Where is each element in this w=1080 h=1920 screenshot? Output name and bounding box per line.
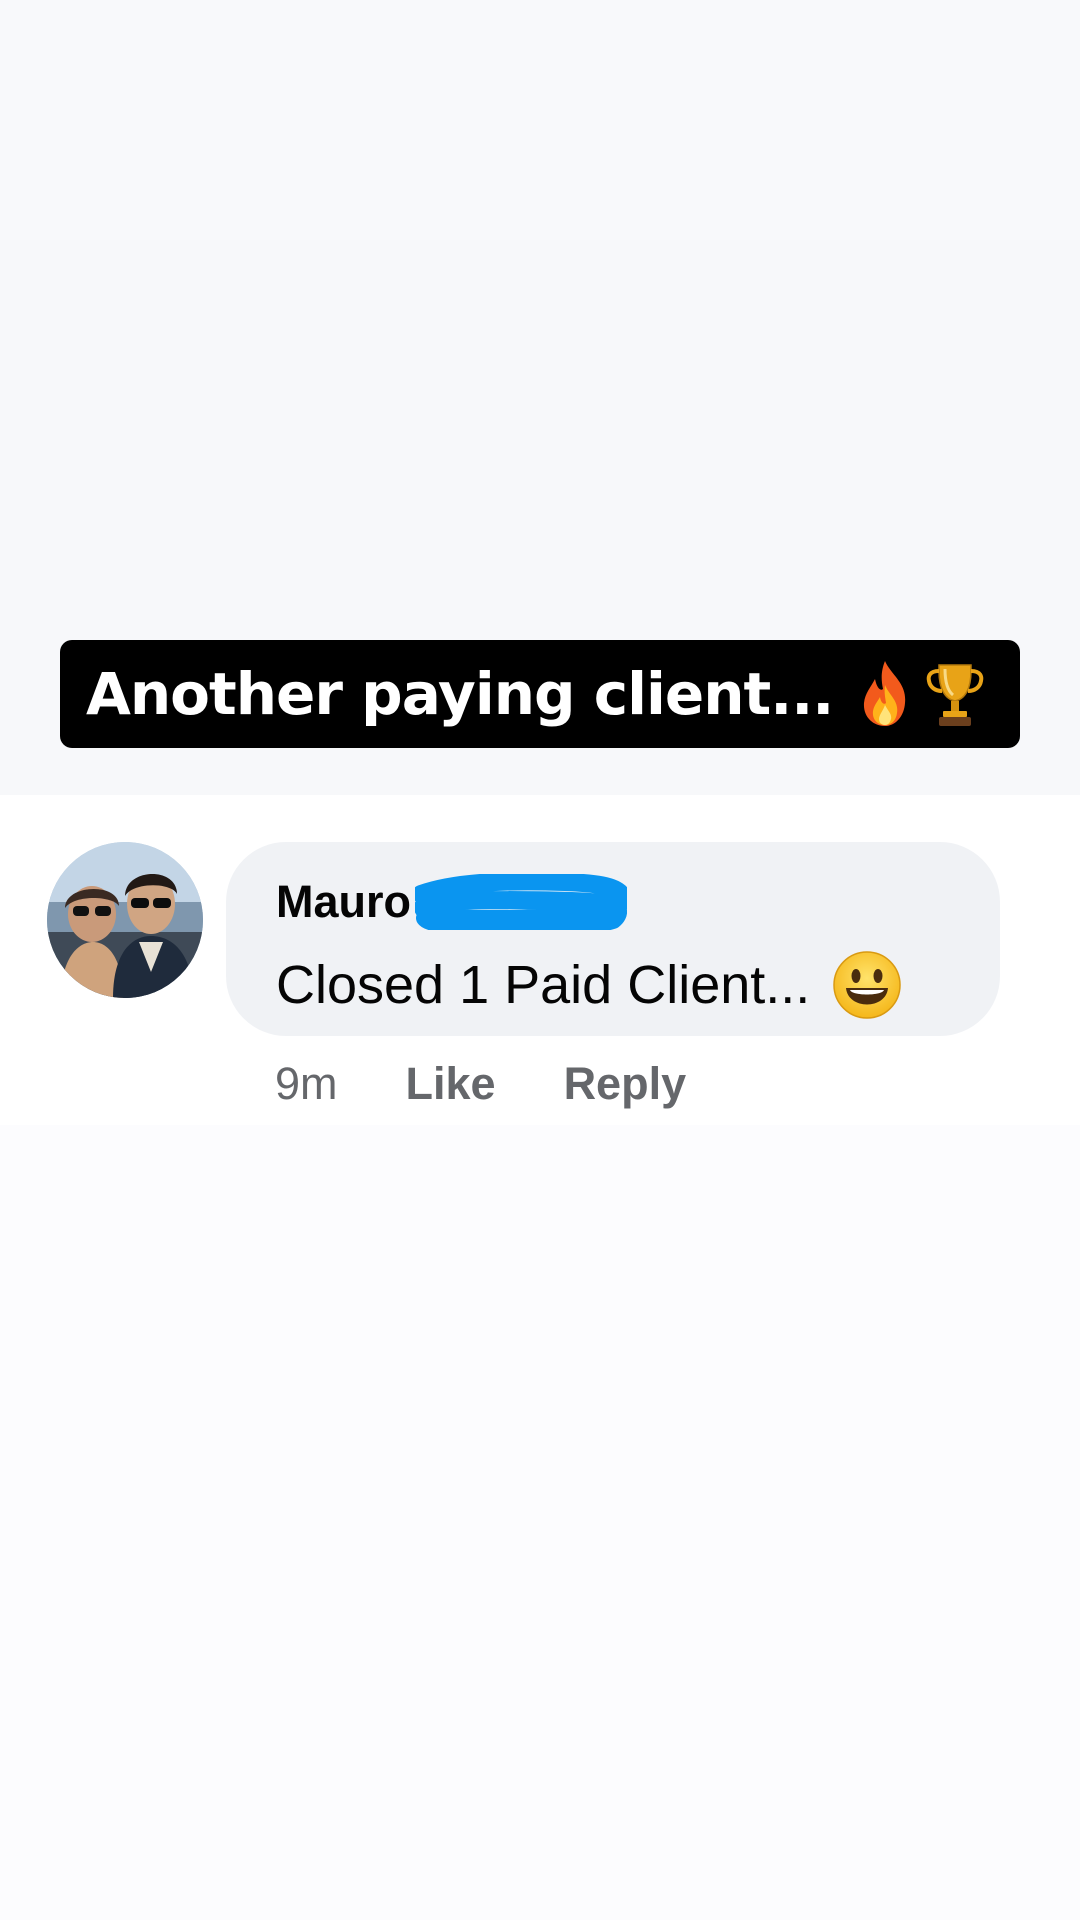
smiley-icon bbox=[832, 950, 902, 1020]
story-caption-text: Another paying client... bbox=[86, 660, 834, 728]
trophy-icon bbox=[925, 659, 985, 729]
comment-author-name[interactable]: Mauro bbox=[276, 876, 411, 928]
like-button[interactable]: Like bbox=[406, 1058, 496, 1110]
comment-author-row: Mauro bbox=[276, 872, 631, 936]
comment-actions: 9m Like Reply bbox=[275, 1058, 686, 1110]
background-top bbox=[0, 0, 1080, 240]
reply-button[interactable]: Reply bbox=[564, 1058, 687, 1110]
story-caption-banner: Another paying client... bbox=[60, 640, 1020, 748]
background-bottom bbox=[0, 1125, 1080, 1920]
redaction-scribble bbox=[412, 872, 631, 936]
comment-text-row: Closed 1 Paid Client... bbox=[276, 950, 902, 1020]
comment-timestamp[interactable]: 9m bbox=[275, 1058, 338, 1110]
comment-bubble: Mauro Closed 1 Paid Client... bbox=[226, 842, 1000, 1036]
avatar[interactable] bbox=[47, 842, 203, 998]
comment-text: Closed 1 Paid Client... bbox=[276, 955, 811, 1015]
fire-icon bbox=[855, 659, 915, 729]
